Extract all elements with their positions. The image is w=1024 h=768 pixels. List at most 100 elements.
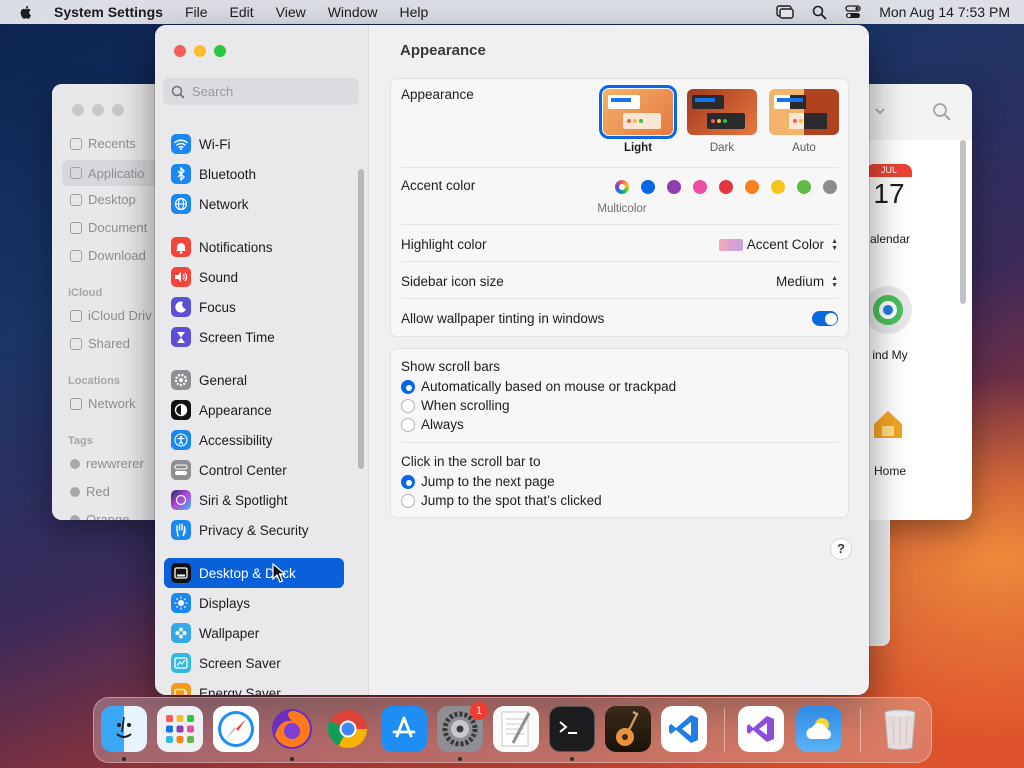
minimize-window-button[interactable]: [194, 45, 206, 57]
running-indicator: [122, 757, 126, 761]
weather-icon[interactable]: [796, 706, 842, 752]
sidebar-item-wallpaper[interactable]: Wallpaper: [164, 618, 344, 648]
appearance-dark-option[interactable]: [687, 89, 757, 135]
sidebar-item-network[interactable]: Network: [164, 189, 344, 219]
menu-clock[interactable]: Mon Aug 14 7:53 PM: [879, 4, 1010, 20]
divider: [401, 442, 838, 443]
sidebar-item-desktop-dock[interactable]: Desktop & Dock: [164, 558, 344, 588]
flower-icon: [171, 623, 191, 643]
finder-icon[interactable]: [101, 706, 147, 752]
finder-item-shared[interactable]: Shared: [70, 336, 130, 351]
chevron-down-icon[interactable]: [874, 106, 886, 116]
chrome-icon[interactable]: [325, 706, 371, 752]
scroll-option-automatic[interactable]: Automatically based on mouse or trackpad: [401, 379, 838, 394]
control-center-toggle-icon[interactable]: [845, 5, 861, 19]
clock-icon: [70, 137, 82, 150]
sidebar-item-control-center[interactable]: Control Center: [164, 455, 344, 485]
radio-unselected[interactable]: [401, 398, 415, 413]
sidebar-item-appearance[interactable]: Appearance: [164, 395, 344, 425]
sidebar-item-energy-saver[interactable]: Energy Saver: [164, 678, 344, 695]
radio-unselected[interactable]: [401, 493, 415, 508]
finder-item-network[interactable]: Network: [70, 396, 136, 411]
visual-studio-icon[interactable]: [738, 706, 784, 752]
firefox-icon[interactable]: [269, 706, 315, 752]
radio-selected[interactable]: [401, 379, 415, 394]
finder-tag-orange[interactable]: Orange: [70, 512, 129, 520]
highlight-color-popup[interactable]: Accent Color ▲ ▼: [718, 237, 838, 252]
sidebar-scrollbar[interactable]: [358, 169, 364, 469]
search-field[interactable]: Search: [163, 78, 359, 105]
zoom-window-button[interactable]: [214, 45, 226, 57]
app-store-icon[interactable]: [381, 706, 427, 752]
find-my-label: ind My: [872, 348, 908, 362]
appearance-pane: Appearance Appearance Light Dark Auto Ac…: [370, 25, 869, 695]
textedit-icon[interactable]: [493, 706, 539, 752]
help-button[interactable]: ?: [830, 538, 852, 560]
finder-item-recents[interactable]: Recents: [70, 136, 136, 151]
sidebar-item-privacy-security[interactable]: Privacy & Security: [164, 515, 344, 545]
sidebar-item-notifications[interactable]: Notifications: [164, 232, 344, 262]
finder-item-documents[interactable]: Document: [70, 220, 147, 235]
menu-edit[interactable]: Edit: [230, 4, 254, 20]
menu-help[interactable]: Help: [400, 4, 429, 20]
click-option-spot-clicked[interactable]: Jump to the spot that’s clicked: [401, 493, 838, 508]
finder-tag-red[interactable]: Red: [70, 484, 110, 499]
trash-icon[interactable]: [877, 706, 923, 752]
accent-red-swatch[interactable]: [719, 180, 733, 194]
appearance-auto-option[interactable]: [769, 89, 839, 135]
accent-multicolor-swatch[interactable]: [615, 180, 629, 194]
wallpaper-tinting-toggle[interactable]: [812, 311, 838, 326]
home-app-icon[interactable]: [866, 402, 910, 446]
find-my-icon[interactable]: [862, 284, 914, 336]
radio-unselected[interactable]: [401, 417, 415, 432]
sidebar-item-displays[interactable]: Displays: [164, 588, 344, 618]
garageband-icon[interactable]: [605, 706, 651, 752]
finder-tag-1[interactable]: rewwrerer: [70, 456, 144, 471]
menu-app-name[interactable]: System Settings: [54, 4, 163, 20]
moon-icon: [171, 297, 191, 317]
close-window-button[interactable]: [174, 45, 186, 57]
click-option-next-page[interactable]: Jump to the next page: [401, 474, 838, 489]
finder-item-icloud-drive[interactable]: iCloud Driv: [70, 308, 152, 323]
finder-section-icloud: iCloud: [68, 287, 103, 299]
calendar-app-icon[interactable]: JUL 17: [866, 164, 912, 216]
accent-green-swatch[interactable]: [797, 180, 811, 194]
radio-selected[interactable]: [401, 474, 415, 489]
apple-menu-icon[interactable]: [18, 4, 34, 20]
menu-view[interactable]: View: [276, 4, 306, 20]
accent-yellow-swatch[interactable]: [771, 180, 785, 194]
finder-search-icon[interactable]: [932, 102, 952, 122]
terminal-icon[interactable]: [549, 706, 595, 752]
accent-pink-swatch[interactable]: [693, 180, 707, 194]
cloud-icon: [70, 309, 82, 322]
vscode-icon[interactable]: [661, 706, 707, 752]
sidebar-item-bluetooth[interactable]: Bluetooth: [164, 159, 344, 189]
accent-orange-swatch[interactable]: [745, 180, 759, 194]
screen-mirroring-icon[interactable]: [776, 5, 794, 19]
menu-file[interactable]: File: [185, 4, 208, 20]
launchpad-icon[interactable]: [157, 706, 203, 752]
sidebar-item-screen-saver[interactable]: Screen Saver: [164, 648, 344, 678]
sidebar-item-accessibility[interactable]: Accessibility: [164, 425, 344, 455]
sidebar-item-wifi[interactable]: Wi-Fi: [164, 129, 344, 159]
scroll-option-when-scrolling[interactable]: When scrolling: [401, 398, 838, 413]
background-window-edge: [868, 520, 890, 646]
sidebar-item-sound[interactable]: Sound: [164, 262, 344, 292]
sidebar-item-general[interactable]: General: [164, 365, 344, 395]
finder-scrollbar[interactable]: [960, 140, 966, 304]
accent-blue-swatch[interactable]: [641, 180, 655, 194]
sidebar-item-siri-spotlight[interactable]: Siri & Spotlight: [164, 485, 344, 515]
scroll-option-always[interactable]: Always: [401, 417, 838, 432]
accent-graphite-swatch[interactable]: [823, 180, 837, 194]
sidebar-item-screen-time[interactable]: Screen Time: [164, 322, 344, 352]
accent-purple-swatch[interactable]: [667, 180, 681, 194]
menu-window[interactable]: Window: [328, 4, 378, 20]
sidebar-icon-size-popup[interactable]: Medium ▲ ▼: [776, 274, 838, 289]
appearance-light-option[interactable]: [599, 85, 677, 139]
finder-item-desktop[interactable]: Desktop: [70, 192, 136, 207]
safari-icon[interactable]: [213, 706, 259, 752]
spotlight-search-icon[interactable]: [812, 5, 827, 20]
finder-item-downloads[interactable]: Download: [70, 248, 146, 263]
sidebar-item-focus[interactable]: Focus: [164, 292, 344, 322]
bell-icon: [171, 237, 191, 257]
